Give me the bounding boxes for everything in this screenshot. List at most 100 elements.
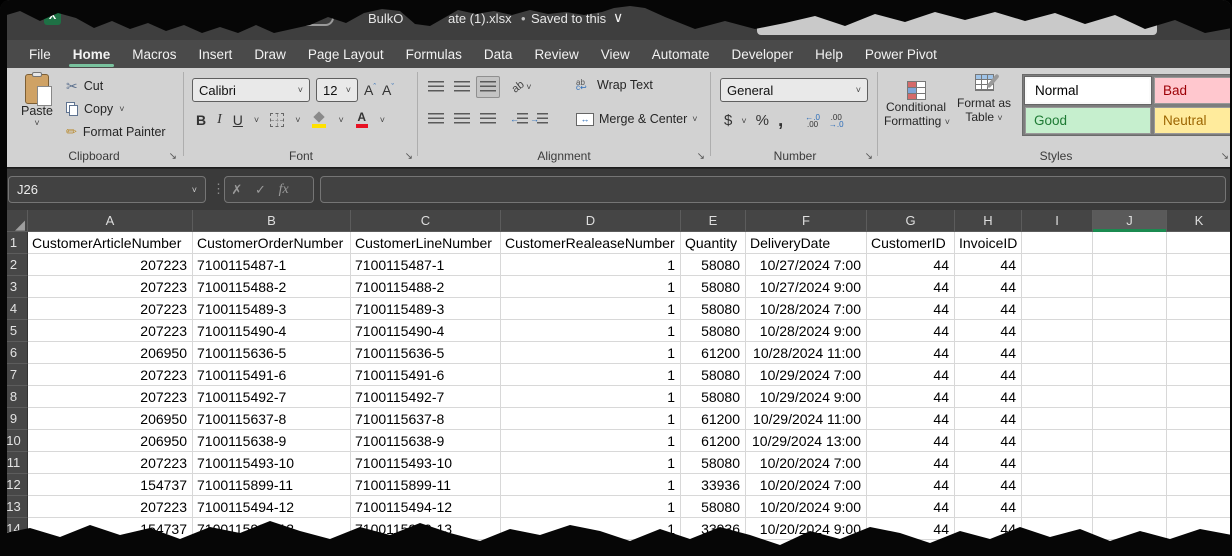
cell-C1[interactable]: CustomerLineNumber — [351, 232, 501, 254]
cell-I13[interactable] — [1022, 496, 1093, 518]
cell-E2[interactable]: 58080 — [681, 254, 746, 276]
merge-center-button[interactable]: ↔ Merge & Center ˅ — [576, 112, 698, 126]
cell-B10[interactable]: 7100115638-9 — [193, 430, 351, 452]
tab-review[interactable]: Review — [523, 40, 589, 68]
cell-A8[interactable]: 207223 — [28, 386, 193, 408]
cell-F11[interactable]: 10/20/2024 7:00 — [746, 452, 867, 474]
column-header-K[interactable]: K — [1167, 210, 1232, 232]
format-painter-button[interactable]: ✏ Format Painter — [66, 122, 166, 142]
decrease-decimal-button[interactable]: .00→.0 — [829, 114, 844, 128]
tab-insert[interactable]: Insert — [188, 40, 244, 68]
cell-E4[interactable]: 58080 — [681, 298, 746, 320]
column-header-I[interactable]: I — [1022, 210, 1093, 232]
cell-G5[interactable]: 44 — [867, 320, 955, 342]
cell-K3[interactable] — [1167, 276, 1232, 298]
cell-H1[interactable]: InvoiceID — [955, 232, 1022, 254]
cell-A11[interactable]: 207223 — [28, 452, 193, 474]
cut-button[interactable]: ✂ Cut — [66, 76, 103, 96]
format-as-table-button[interactable]: Format as Table ˅ — [952, 74, 1016, 124]
font-size-select[interactable]: 12 ˅ — [316, 78, 358, 102]
cell-C13[interactable]: 7100115494-12 — [351, 496, 501, 518]
number-format-select[interactable]: General ˅ — [720, 78, 868, 102]
cell-J1[interactable] — [1093, 232, 1167, 254]
cell-K4[interactable] — [1167, 298, 1232, 320]
tab-formulas[interactable]: Formulas — [395, 40, 473, 68]
cell-E12[interactable]: 33936 — [681, 474, 746, 496]
cell-E14[interactable]: 33936 — [681, 518, 746, 540]
cell-J12[interactable] — [1093, 474, 1167, 496]
cell-D14[interactable]: 1 — [501, 518, 681, 540]
tab-data[interactable]: Data — [473, 40, 524, 68]
cell-E8[interactable]: 58080 — [681, 386, 746, 408]
cell-E5[interactable]: 58080 — [681, 320, 746, 342]
underline-button[interactable]: U — [233, 112, 243, 128]
cell-H4[interactable]: 44 — [955, 298, 1022, 320]
cell-C4[interactable]: 7100115489-3 — [351, 298, 501, 320]
cell-D12[interactable]: 1 — [501, 474, 681, 496]
tab-draw[interactable]: Draw — [243, 40, 297, 68]
cell-H2[interactable]: 44 — [955, 254, 1022, 276]
cell-K12[interactable] — [1167, 474, 1232, 496]
cell-A10[interactable]: 206950 — [28, 430, 193, 452]
align-bottom-button[interactable] — [476, 76, 500, 98]
cell-A1[interactable]: CustomerArticleNumber — [28, 232, 193, 254]
cell-C3[interactable]: 7100115488-2 — [351, 276, 501, 298]
cell-I12[interactable] — [1022, 474, 1093, 496]
clipboard-dialog-launcher[interactable]: ↘ — [169, 151, 177, 162]
cell-A14[interactable]: 154737 — [28, 518, 193, 540]
cell-E11[interactable]: 58080 — [681, 452, 746, 474]
cell-F12[interactable]: 10/20/2024 7:00 — [746, 474, 867, 496]
cell-J5[interactable] — [1093, 320, 1167, 342]
cell-A3[interactable]: 207223 — [28, 276, 193, 298]
column-header-B[interactable]: B — [193, 210, 351, 232]
tab-automate[interactable]: Automate — [641, 40, 721, 68]
align-right-button[interactable] — [476, 108, 500, 130]
cell-J14[interactable] — [1093, 518, 1167, 540]
cell-D5[interactable]: 1 — [501, 320, 681, 342]
style-chip-neutral[interactable]: Neutral — [1154, 107, 1232, 134]
cell-E6[interactable]: 61200 — [681, 342, 746, 364]
cell-H13[interactable]: 44 — [955, 496, 1022, 518]
bold-button[interactable]: B — [196, 112, 206, 128]
cell-G3[interactable]: 44 — [867, 276, 955, 298]
cell-I10[interactable] — [1022, 430, 1093, 452]
cell-G13[interactable]: 44 — [867, 496, 955, 518]
column-header-A[interactable]: A — [28, 210, 193, 232]
tab-file[interactable]: File — [18, 40, 62, 68]
cell-B8[interactable]: 7100115492-7 — [193, 386, 351, 408]
cell-A9[interactable]: 206950 — [28, 408, 193, 430]
tab-power-pivot[interactable]: Power Pivot — [854, 40, 948, 68]
cell-B13[interactable]: 7100115494-12 — [193, 496, 351, 518]
cell-D2[interactable]: 1 — [501, 254, 681, 276]
cell-J2[interactable] — [1093, 254, 1167, 276]
cell-K5[interactable] — [1167, 320, 1232, 342]
cell-H11[interactable]: 44 — [955, 452, 1022, 474]
cell-F7[interactable]: 10/29/2024 7:00 — [746, 364, 867, 386]
search-box[interactable] — [757, 8, 1157, 35]
cell-J6[interactable] — [1093, 342, 1167, 364]
cell-I14[interactable] — [1022, 518, 1093, 540]
cell-C11[interactable]: 7100115493-10 — [351, 452, 501, 474]
cell-A12[interactable]: 154737 — [28, 474, 193, 496]
cell-A13[interactable]: 207223 — [28, 496, 193, 518]
cell-G12[interactable]: 44 — [867, 474, 955, 496]
insert-function-icon[interactable]: fx — [279, 182, 289, 198]
cell-G11[interactable]: 44 — [867, 452, 955, 474]
fill-color-button[interactable] — [311, 112, 327, 128]
tab-macros[interactable]: Macros — [121, 40, 187, 68]
styles-dialog-launcher[interactable]: ↘ — [1221, 151, 1229, 162]
cell-F9[interactable]: 10/29/2024 11:00 — [746, 408, 867, 430]
column-header-F[interactable]: F — [746, 210, 867, 232]
cell-K14[interactable] — [1167, 518, 1232, 540]
cell-K6[interactable] — [1167, 342, 1232, 364]
cell-D6[interactable]: 1 — [501, 342, 681, 364]
italic-button[interactable]: I — [217, 112, 222, 128]
grow-font-button[interactable]: Aˆ — [364, 82, 376, 98]
cell-H5[interactable]: 44 — [955, 320, 1022, 342]
cell-E1[interactable]: Quantity — [681, 232, 746, 254]
cell-C5[interactable]: 7100115490-4 — [351, 320, 501, 342]
copy-button[interactable]: Copy ˅ — [66, 99, 124, 119]
number-dialog-launcher[interactable]: ↘ — [865, 151, 873, 162]
cell-C9[interactable]: 7100115637-8 — [351, 408, 501, 430]
conditional-formatting-button[interactable]: Conditional Formatting ˅ — [884, 74, 948, 128]
